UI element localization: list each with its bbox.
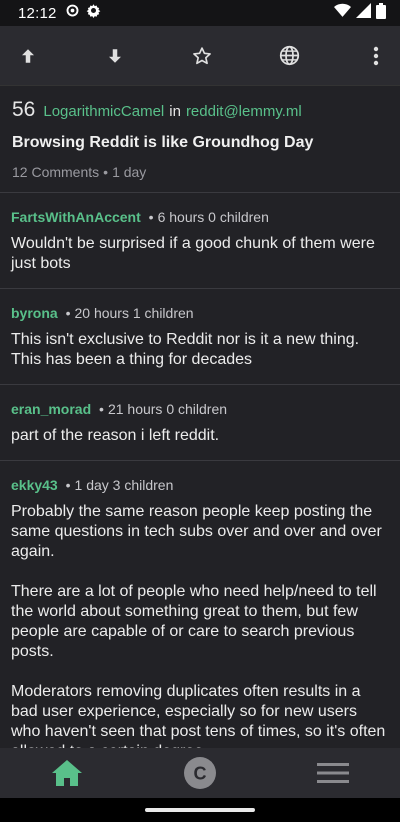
comment-list: FartsWithAnAccent • 6 hours 0 children Wo… — [0, 193, 400, 777]
comment-meta: FartsWithAnAccent • 6 hours 0 children — [11, 209, 388, 225]
comment[interactable]: eran_morad • 21 hours 0 children part of … — [0, 385, 400, 461]
post-author-link[interactable]: LogarithmicCamel — [43, 103, 164, 120]
communities-letter: C — [193, 764, 206, 784]
app-screen: 12:12 56 LogarithmicCamel in reddit@lemm… — [0, 0, 400, 822]
comment-author[interactable]: ekky43 — [11, 477, 58, 493]
comment-body: This isn't exclusive to Reddit nor is it… — [11, 330, 388, 370]
comment[interactable]: ekky43 • 1 day 3 children Probably the sa… — [0, 461, 400, 777]
comment-info: 1 day 3 children — [74, 477, 174, 493]
community-link[interactable]: reddit@lemmy.ml — [186, 103, 302, 120]
comments-count: 12 Comments — [12, 164, 100, 180]
comment-author[interactable]: FartsWithAnAccent — [11, 209, 141, 225]
post-age: 1 day — [112, 164, 147, 180]
arrow-up-icon[interactable] — [16, 44, 40, 68]
post-score: 56 — [12, 98, 36, 121]
status-time: 12:12 — [18, 4, 57, 22]
comment-info: 6 hours 0 children — [157, 209, 269, 225]
post-meta: 56 LogarithmicCamel in reddit@lemmy.ml — [12, 98, 388, 122]
gear-icon — [86, 3, 101, 23]
post-title[interactable]: Browsing Reddit is like Groundhog Day — [12, 134, 388, 152]
communities-icon[interactable]: C — [168, 753, 232, 793]
comment-info: 20 hours 1 children — [74, 305, 194, 321]
menu-icon[interactable] — [301, 753, 365, 793]
wifi-icon — [334, 3, 351, 23]
comment-meta: eran_morad • 21 hours 0 children — [11, 401, 388, 417]
comment-author[interactable]: eran_morad — [11, 401, 91, 417]
battery-icon — [376, 2, 386, 24]
comment-meta: ekky43 • 1 day 3 children — [11, 477, 388, 493]
globe-icon[interactable] — [277, 44, 301, 68]
comment-meta: byrona • 20 hours 1 children — [11, 305, 388, 321]
system-gesture-area — [0, 798, 400, 822]
separator-dot: • — [65, 305, 71, 321]
post-toolbar — [0, 26, 400, 86]
bottom-navigation: C — [0, 748, 400, 798]
comment-paragraph: part of the reason i left reddit. — [11, 427, 220, 444]
comment-author[interactable]: byrona — [11, 305, 58, 321]
settings-icon — [65, 3, 80, 23]
comment-paragraph: This isn't exclusive to Reddit nor is it… — [11, 331, 360, 368]
separator-dot: • — [65, 477, 71, 493]
comment-paragraph: There are a lot of people who need help/… — [11, 583, 377, 660]
gesture-handle[interactable] — [145, 808, 255, 812]
separator-dot: • — [103, 164, 109, 180]
comment-info: 21 hours 0 children — [107, 401, 228, 417]
comment-body: Wouldn't be surprised if a good chunk of… — [11, 234, 388, 274]
arrow-down-icon[interactable] — [103, 44, 127, 68]
post-subline: 12 Comments • 1 day — [12, 164, 388, 180]
status-bar: 12:12 — [0, 0, 400, 26]
post-in-label: in — [169, 103, 181, 120]
comment-paragraph: Wouldn't be surprised if a good chunk of… — [11, 235, 375, 272]
comment-body: part of the reason i left reddit. — [11, 426, 388, 446]
signal-icon — [356, 3, 371, 23]
comment-paragraph: Probably the same reason people keep pos… — [11, 503, 382, 560]
post-header: 56 LogarithmicCamel in reddit@lemmy.ml B… — [0, 86, 400, 193]
comment[interactable]: byrona • 20 hours 1 children This isn't e… — [0, 289, 400, 385]
comment-body: Probably the same reason people keep pos… — [11, 502, 388, 762]
separator-dot: • — [99, 401, 104, 417]
star-icon[interactable] — [190, 44, 214, 68]
more-vert-icon[interactable] — [364, 44, 388, 68]
separator-dot: • — [148, 209, 154, 225]
comment[interactable]: FartsWithAnAccent • 6 hours 0 children Wo… — [0, 193, 400, 289]
home-icon[interactable] — [35, 753, 99, 793]
